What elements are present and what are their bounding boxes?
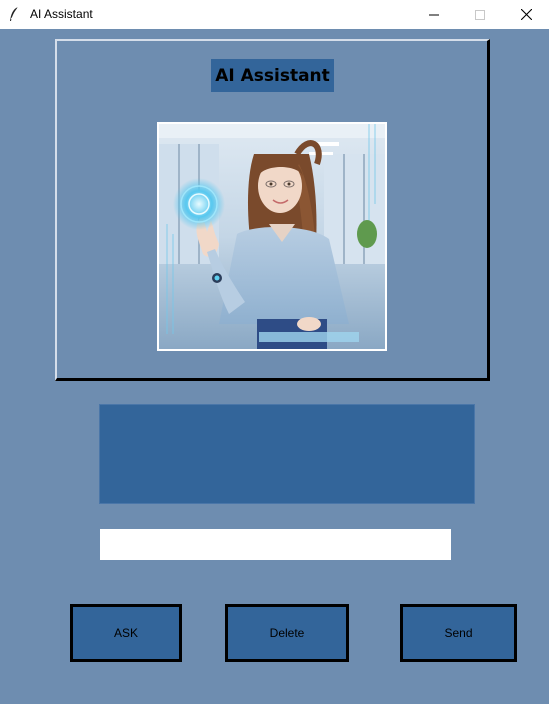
minimize-button[interactable] [411,0,457,29]
window-title: AI Assistant [30,7,93,21]
close-icon [520,9,532,20]
response-text-area[interactable] [99,404,475,504]
page-title: AI Assistant [211,59,334,92]
delete-button[interactable]: Delete [225,604,349,662]
minimize-icon [429,14,439,15]
question-input[interactable] [100,529,451,560]
assistant-avatar-image [157,122,387,351]
title-bar[interactable]: AI Assistant [0,0,549,29]
feather-icon [8,6,20,22]
ask-button[interactable]: ASK [70,604,182,662]
send-button[interactable]: Send [400,604,517,662]
close-button[interactable] [503,0,549,29]
maximize-button[interactable] [457,0,503,29]
maximize-icon [475,9,485,20]
